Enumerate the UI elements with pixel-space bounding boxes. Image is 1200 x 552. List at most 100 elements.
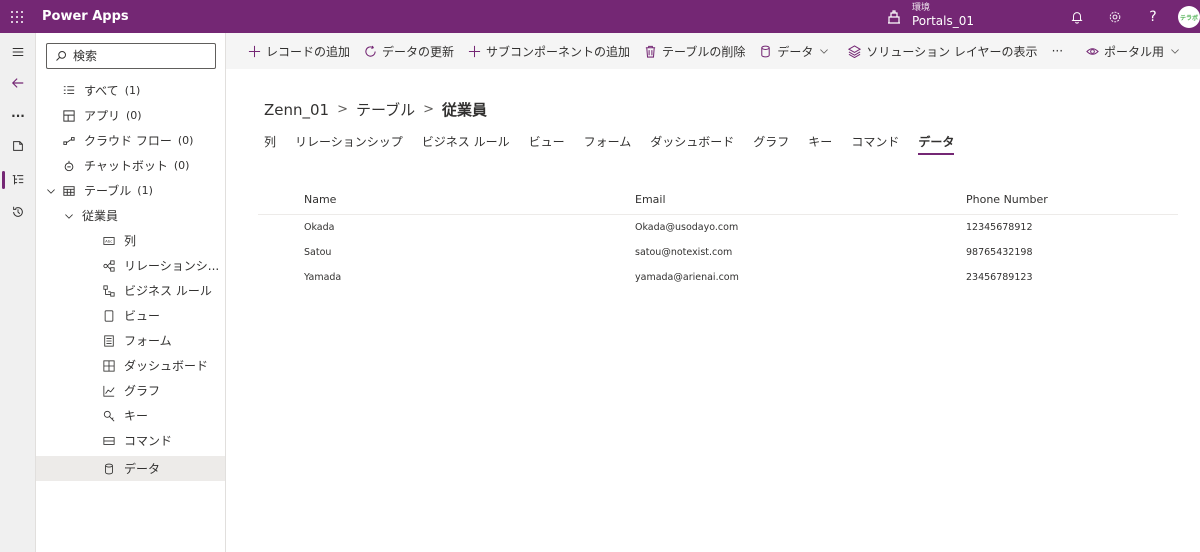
tree-item-label: フォーム (124, 334, 172, 348)
tree-item-columns[interactable]: Abc 列 (36, 228, 225, 253)
history-icon[interactable] (0, 199, 36, 225)
tree-item-business-rules[interactable]: ビジネス ルール (36, 278, 225, 303)
portal-dropdown-button[interactable]: ポータル用 (1079, 33, 1192, 69)
refresh-icon (365, 45, 376, 57)
hamburger-menu-icon[interactable] (0, 39, 36, 65)
tab-commands[interactable]: コマンド (851, 133, 899, 155)
add-record-label: レコードの追加 (266, 44, 351, 59)
chevron-down-icon[interactable] (62, 209, 76, 223)
trash-icon (645, 45, 656, 58)
tree-item-count: (0) (173, 159, 190, 172)
refresh-data-button[interactable]: データの更新 (357, 33, 461, 69)
settings-gear-icon[interactable] (1098, 0, 1132, 33)
relationship-icon (102, 259, 116, 273)
tree-item-keys[interactable]: キー (36, 403, 225, 428)
column-header-email[interactable]: Email (635, 193, 666, 206)
command-bar: レコードの追加 データの更新 サブコンポーネントの追加 テーブルの削除 データ … (226, 33, 1200, 69)
tree-item-employee-table[interactable]: 従業員 (36, 203, 225, 228)
table-row[interactable]: Yamada yamada@arienai.com 23456789123 (258, 265, 1178, 290)
plus-icon (468, 45, 481, 57)
cell-email[interactable]: satou@notexist.com (635, 247, 732, 258)
app-launcher-icon[interactable] (0, 0, 34, 33)
chevron-down-icon (1171, 49, 1179, 54)
tab-keys[interactable]: キー (808, 133, 832, 155)
environment-label: 環境 (912, 3, 931, 13)
table-icon (62, 184, 76, 198)
help-icon[interactable]: ? (1136, 0, 1170, 33)
back-arrow-icon[interactable] (0, 70, 36, 96)
more-icon: ··· (1051, 44, 1064, 58)
tab-data[interactable]: データ (918, 133, 955, 155)
tree-item-apps[interactable]: アプリ (0) (36, 103, 225, 128)
cell-email[interactable]: yamada@arienai.com (635, 272, 739, 283)
tree-item-forms[interactable]: フォーム (36, 328, 225, 353)
user-avatar[interactable]: テラボ (1178, 6, 1200, 28)
app-name[interactable]: Power Apps (42, 9, 129, 24)
tree-item-views[interactable]: ビュー (36, 303, 225, 328)
key-icon (102, 409, 116, 423)
column-header-name[interactable]: Name (304, 193, 336, 206)
tree-item-count: (1) (124, 84, 141, 97)
environment-picker[interactable]: 環境 Portals_01 (886, 2, 974, 28)
cell-email[interactable]: Okada@usodayo.com (635, 222, 738, 233)
chart-icon (102, 384, 116, 398)
tree-search-box[interactable] (46, 43, 216, 69)
delete-table-button[interactable]: テーブルの削除 (637, 33, 752, 69)
tree-item-label: コマンド (124, 434, 173, 448)
cell-phone[interactable]: 12345678912 (966, 222, 1033, 233)
cell-name[interactable]: Okada (304, 222, 335, 233)
delete-table-label: テーブルの削除 (662, 44, 746, 59)
tree-item-relationships[interactable]: リレーションシ... (36, 253, 225, 278)
tree-view-icon[interactable] (0, 167, 36, 193)
database-icon (761, 45, 771, 57)
data-dropdown-button[interactable]: データ (752, 33, 841, 69)
objects-icon[interactable] (0, 133, 36, 159)
add-subcomponent-button[interactable]: サブコンポーネントの追加 (461, 33, 637, 69)
tree-item-charts[interactable]: グラフ (36, 378, 225, 403)
breadcrumb-tables[interactable]: テーブル (356, 99, 415, 120)
tree-item-dashboards[interactable]: ダッシュボード (36, 353, 225, 378)
cell-name[interactable]: Yamada (304, 272, 341, 283)
tab-charts[interactable]: グラフ (753, 133, 789, 155)
tree-item-tables[interactable]: テーブル (1) (36, 178, 225, 203)
refresh-data-label: データの更新 (382, 44, 455, 59)
search-input[interactable] (73, 49, 203, 63)
tree-item-label: テーブル (84, 184, 132, 198)
chevron-right-icon: > (423, 102, 435, 117)
add-record-button[interactable]: レコードの追加 (226, 33, 357, 69)
notification-bell-icon[interactable] (1060, 0, 1094, 33)
tab-columns[interactable]: 列 (264, 133, 276, 155)
cell-phone[interactable]: 98765432198 (966, 247, 1033, 258)
tab-forms[interactable]: フォーム (584, 133, 632, 155)
cell-phone[interactable]: 23456789123 (966, 272, 1033, 283)
data-grid: Name Email Phone Number Okada Okada@usod… (258, 185, 1178, 290)
chatbot-icon (62, 159, 76, 173)
tab-business-rules[interactable]: ビジネス ルール (422, 133, 510, 155)
more-icon[interactable]: ··· (0, 103, 36, 129)
add-subcomponent-label: サブコンポーネントの追加 (486, 44, 631, 59)
tree-item-all[interactable]: すべて (1) (36, 78, 225, 103)
more-commands-button[interactable]: ··· (1045, 33, 1070, 69)
column-icon: Abc (102, 234, 116, 248)
tree-item-label: 従業員 (82, 209, 119, 223)
table-row[interactable]: Okada Okada@usodayo.com 12345678912 (258, 215, 1178, 240)
breadcrumb-solution[interactable]: Zenn_01 (264, 101, 329, 119)
layers-icon (848, 44, 862, 58)
chevron-down-icon[interactable] (44, 184, 58, 198)
flow-icon (62, 134, 76, 148)
tree-item-cloud-flows[interactable]: クラウド フロー (0) (36, 128, 225, 153)
column-header-phone[interactable]: Phone Number (966, 193, 1048, 206)
tab-dashboards[interactable]: ダッシュボード (650, 133, 734, 155)
cell-name[interactable]: Satou (304, 247, 331, 258)
data-dropdown-label: データ (777, 44, 814, 59)
tab-views[interactable]: ビュー (529, 133, 565, 155)
tab-relationships[interactable]: リレーションシップ (295, 133, 403, 155)
table-row[interactable]: Satou satou@notexist.com 98765432198 (258, 240, 1178, 265)
tree-item-chatbots[interactable]: チャットボット (0) (36, 153, 225, 178)
tree-item-data[interactable]: データ (36, 456, 225, 481)
tree-item-commands[interactable]: コマンド (36, 428, 225, 453)
chevron-down-icon (820, 49, 829, 54)
show-solution-layers-button[interactable]: ソリューション レイヤーの表示 (841, 33, 1044, 69)
solution-layers-label: ソリューション レイヤーの表示 (866, 44, 1038, 59)
tree-item-count: (1) (137, 184, 153, 197)
